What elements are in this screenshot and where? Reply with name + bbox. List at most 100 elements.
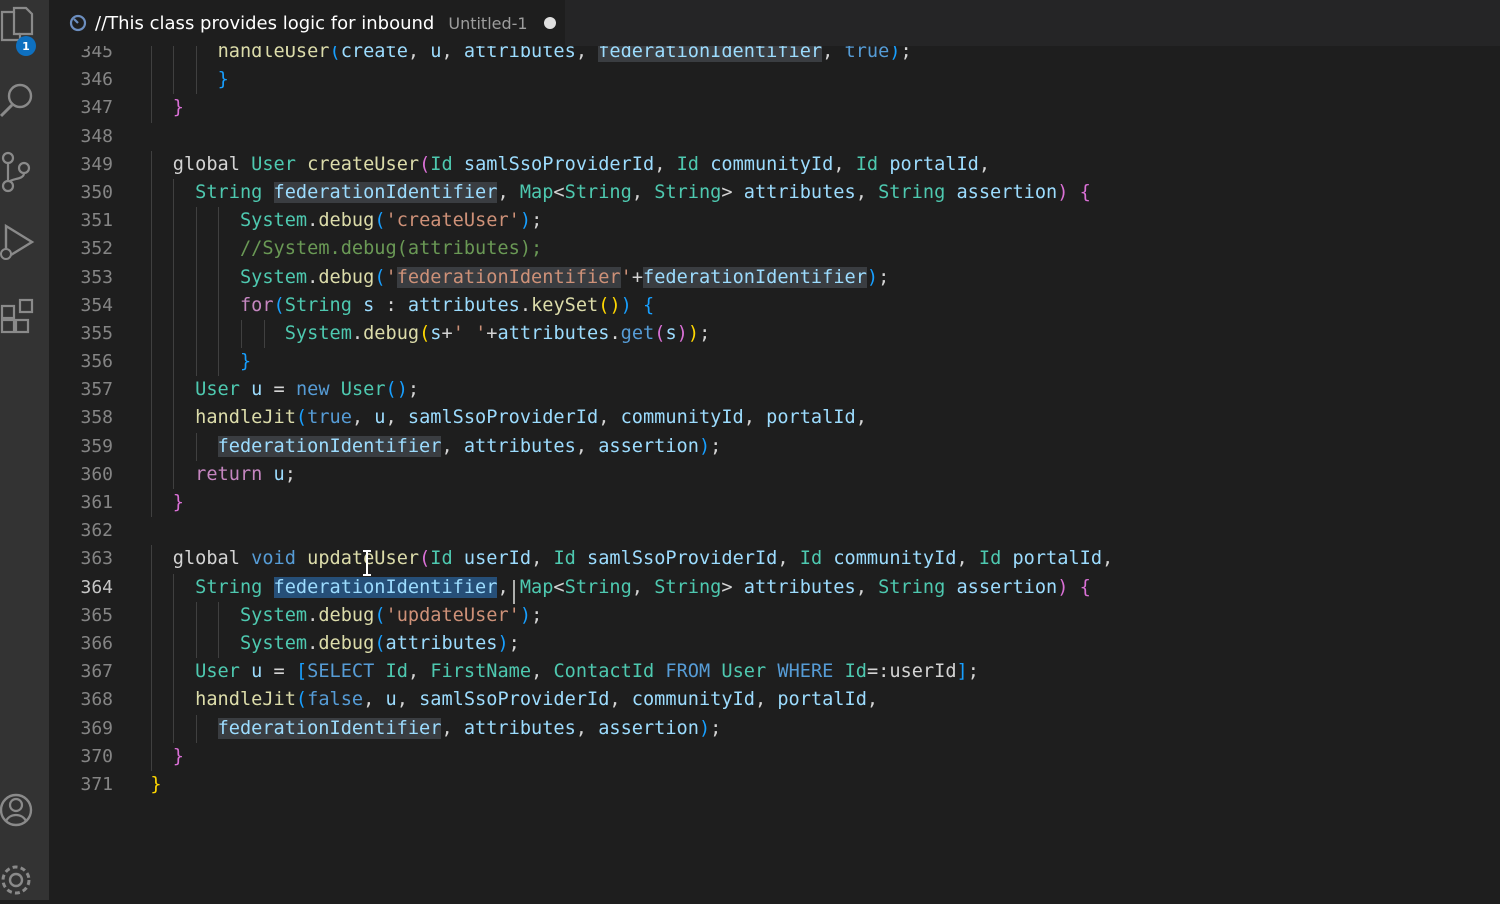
code-token: , [978, 153, 991, 175]
code-line[interactable]: 359 federationIdentifier, attributes, as… [49, 432, 1500, 461]
code-token: User [195, 661, 240, 683]
code-token: ; [531, 210, 543, 232]
code-text: } [128, 743, 184, 771]
code-line[interactable]: 365 System.debug('updateUser'); [49, 601, 1500, 630]
line-number: 353 [80, 266, 113, 288]
code-text: //System.debug(attributes); [128, 235, 542, 263]
run-debug-icon[interactable] [0, 220, 49, 268]
line-number: 362 [80, 520, 113, 542]
settings-gear-icon[interactable] [0, 856, 49, 904]
code-token: ) [519, 210, 532, 232]
code-token: ; [699, 322, 711, 344]
code-token: } [172, 97, 184, 119]
code-line[interactable]: 348 [49, 123, 1500, 151]
code-token: ) [519, 604, 532, 626]
code-token: ] [956, 661, 968, 683]
code-line[interactable]: 367 User u = [SELECT Id, FirstName, Cont… [49, 658, 1500, 687]
code-line[interactable]: 356 } [49, 348, 1500, 377]
code-editor[interactable]: 345 handleUser(create, u, attributes, fe… [49, 46, 1500, 900]
tab-description: Untitled-1 [448, 13, 528, 33]
code-line[interactable]: 364 String federationIdentifier, Map<Str… [49, 573, 1500, 602]
code-line[interactable]: 349 global User createUser(Id samlSsoPro… [49, 150, 1500, 179]
code-token: attributes [407, 294, 520, 316]
code-line[interactable]: 351 System.debug('createUser'); [49, 207, 1500, 236]
code-line[interactable]: 353 System.debug('federationIdentifier'+… [49, 263, 1500, 292]
code-token: 'updateUser' [385, 604, 520, 626]
code-token: String [654, 576, 722, 598]
code-token: attributes [385, 632, 498, 654]
code-line[interactable]: 366 System.debug(attributes); [49, 629, 1500, 659]
code-token: [ [295, 661, 308, 683]
code-token: ; [508, 632, 520, 654]
code-line[interactable]: 355 System.debug(s+' '+attributes.get(s)… [49, 319, 1500, 349]
code-token: debug [318, 210, 375, 232]
code-token: true [844, 46, 890, 62]
code-line[interactable]: 347 } [49, 94, 1500, 123]
code-line[interactable]: 345 handleUser(create, u, attributes, fe… [49, 46, 1500, 67]
code-line[interactable]: 360 return u; [49, 460, 1500, 489]
code-token: ) [1057, 576, 1069, 598]
code-token: Map [519, 181, 554, 203]
code-token: createUser [307, 153, 420, 175]
code-line[interactable]: 354 for(String s : attributes.keySet()) … [49, 291, 1500, 320]
code-text: User u = new User(); [128, 376, 419, 404]
code-token: Id [385, 661, 408, 683]
line-number: 345 [80, 46, 113, 62]
code-line[interactable]: 362 [49, 517, 1500, 545]
code-token: , [598, 407, 621, 429]
code-token: } [172, 745, 184, 767]
code-line[interactable]: 368 handleJit(false, u, samlSsoProviderI… [49, 686, 1500, 715]
code-line[interactable]: 352 //System.debug(attributes); [49, 235, 1500, 264]
editor-tab[interactable]: //This class provides logic for inbound … [49, 0, 565, 46]
line-number: 351 [80, 210, 113, 232]
code-line[interactable]: 346 } [49, 66, 1500, 95]
code-token: ( [295, 689, 308, 711]
unsaved-dot-icon[interactable] [543, 17, 556, 29]
code-token: ' [620, 266, 632, 288]
code-line[interactable]: 369 federationIdentifier, attributes, as… [49, 714, 1500, 743]
code-token: > [721, 181, 744, 203]
code-line[interactable]: 370 } [49, 742, 1500, 771]
code-line[interactable]: 361 } [49, 489, 1500, 518]
code-token: ContactId [553, 661, 655, 683]
code-token: , [441, 717, 464, 739]
code-token: portalId [889, 153, 979, 175]
search-icon[interactable] [0, 76, 49, 124]
code-token: } [150, 773, 162, 795]
code-token: return [195, 463, 263, 485]
code-token: ; [878, 266, 890, 288]
code-token: : [374, 294, 408, 316]
code-token: System [284, 322, 352, 344]
account-icon[interactable] [0, 786, 49, 834]
code-token: assertion [598, 435, 699, 457]
code-text: System.debug('createUser'); [128, 207, 542, 235]
code-token: new [295, 379, 330, 401]
explorer-icon[interactable]: 1 [0, 2, 49, 56]
source-control-icon[interactable] [0, 148, 49, 196]
code-line[interactable]: 357 User u = new User(); [49, 376, 1500, 405]
code-line[interactable]: 350 String federationIdentifier, Map<Str… [49, 178, 1500, 208]
code-token: , [956, 548, 979, 570]
code-token: create [340, 46, 408, 62]
code-line[interactable]: 371 } [49, 771, 1500, 799]
code-line[interactable]: 358 handleJit(true, u, samlSsoProviderId… [49, 404, 1500, 433]
extensions-icon[interactable] [0, 292, 49, 340]
code-token: attributes [463, 717, 576, 739]
code-token: , [754, 689, 778, 711]
code-text: federationIdentifier, attributes, assert… [128, 715, 721, 743]
code-text: System.debug('updateUser'); [128, 602, 542, 630]
code-token: debug [318, 266, 375, 288]
code-line[interactable]: 363 global void updateUser(Id userId, Id… [49, 545, 1500, 574]
code-token: communityId [631, 689, 755, 711]
code-text: } [128, 66, 229, 94]
